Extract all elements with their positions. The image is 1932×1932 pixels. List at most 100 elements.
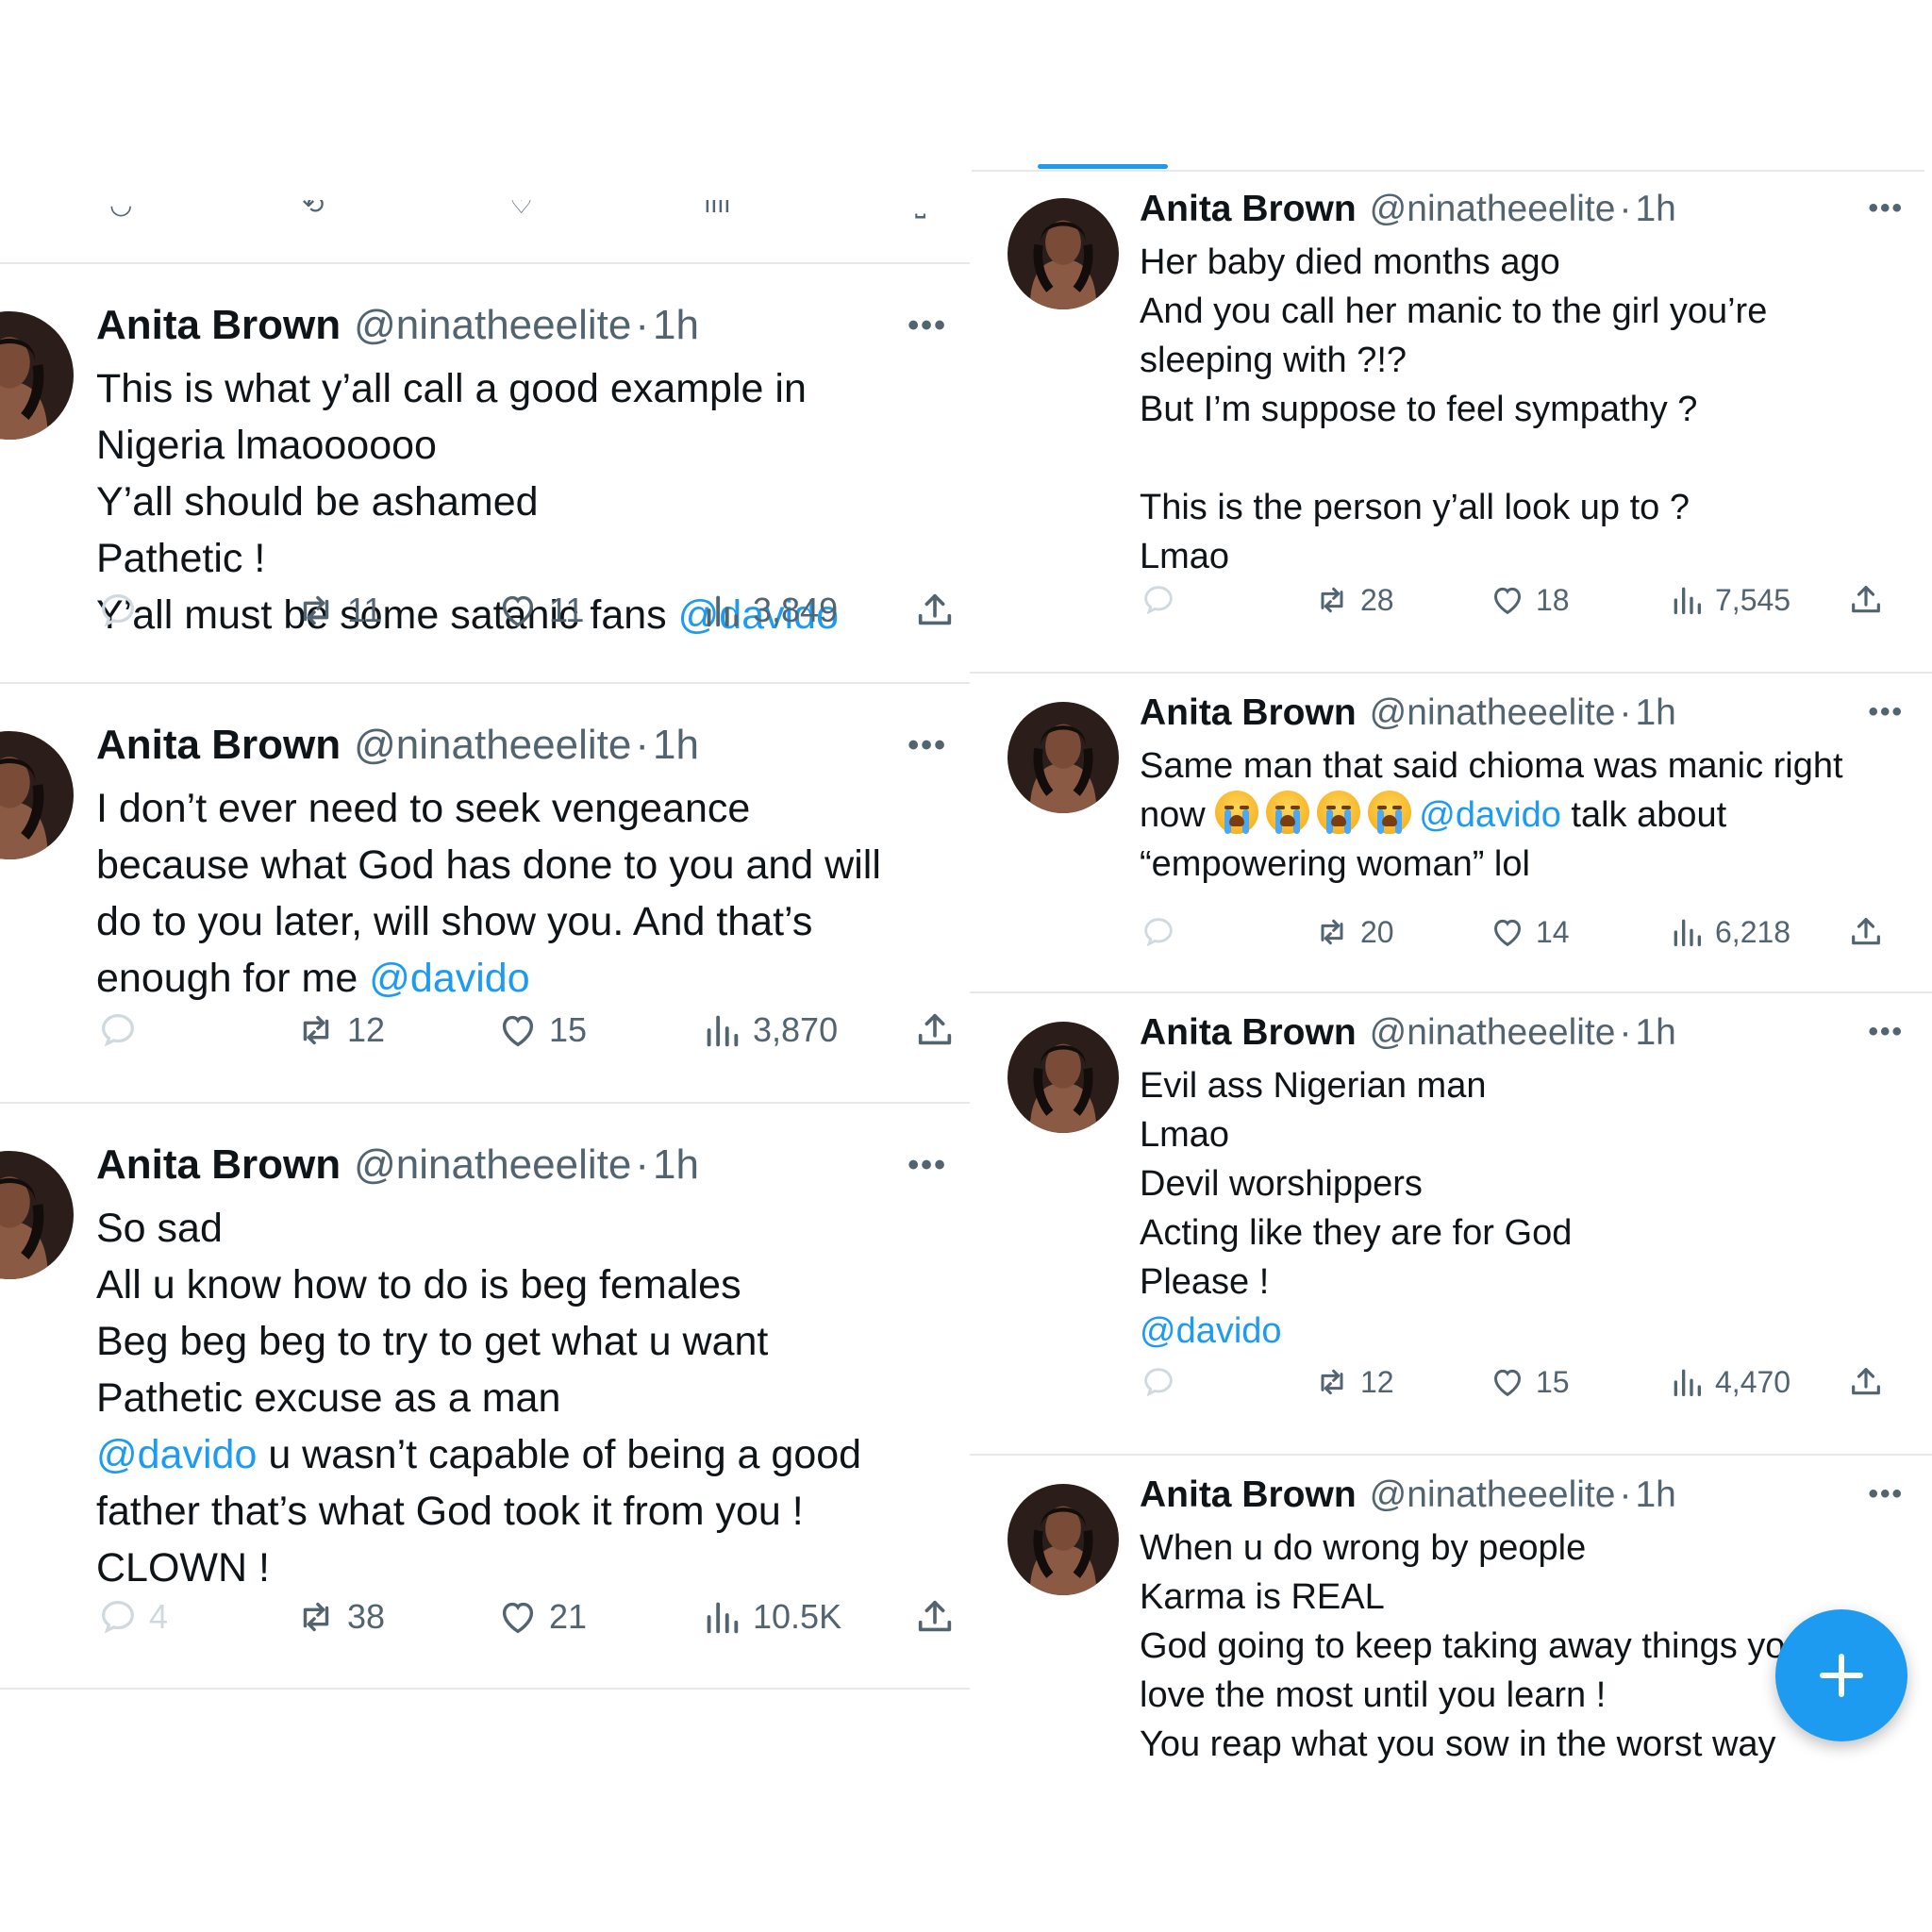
share-icon[interactable]: ⎵ [915, 200, 925, 220]
views-count: 7,545 [1715, 582, 1791, 617]
tweet[interactable]: Anita Brown @ninatheeelite · 1h When u do wr… [970, 1456, 1932, 1769]
views-icon [1668, 581, 1706, 619]
repost-button[interactable]: 20 [1313, 913, 1394, 951]
mention-link[interactable]: @davido [96, 1432, 257, 1477]
author-handle[interactable]: @ninatheeelite [354, 1141, 631, 1189]
compose-button[interactable] [1775, 1609, 1907, 1741]
more-options-icon[interactable]: ••• [1868, 192, 1904, 225]
views-button[interactable]: 4,470 [1668, 1363, 1790, 1401]
author-name[interactable]: Anita Brown [1140, 189, 1357, 230]
more-options-icon[interactable]: ••• [1868, 696, 1904, 728]
share-button[interactable] [913, 1008, 957, 1052]
avatar[interactable] [0, 311, 74, 440]
likes-count: 18 [1536, 582, 1570, 617]
tweet[interactable]: Anita Brown @ninatheeelite · 1h I don’t ever… [0, 684, 970, 1104]
tweet-text: CLOWN ! [96, 1545, 270, 1591]
tweet-header: Anita Brown @ninatheeelite · 1h [96, 722, 955, 780]
like-button[interactable]: 15 [496, 1008, 587, 1052]
avatar[interactable] [0, 1151, 74, 1279]
avatar[interactable] [1008, 198, 1119, 309]
tweet-text-line: This is the person y’all look up to ? [1140, 483, 1913, 532]
more-options-icon[interactable]: ••• [908, 1147, 947, 1184]
share-button[interactable] [913, 1595, 957, 1639]
share-button[interactable] [913, 589, 957, 632]
tweet-text-line: But I’m suppose to feel sympathy ? [1140, 385, 1913, 434]
author-name[interactable]: Anita Brown [1140, 1012, 1357, 1054]
reply-icon[interactable]: ◡ [109, 200, 132, 220]
repost-icon [294, 1595, 338, 1639]
avatar[interactable] [1008, 1484, 1119, 1595]
reply-button[interactable]: 4 [96, 1595, 168, 1639]
author-name[interactable]: Anita Brown [96, 722, 341, 769]
author-handle[interactable]: @ninatheeelite [1370, 1474, 1616, 1516]
avatar[interactable] [0, 731, 74, 859]
more-options-icon[interactable]: ••• [908, 308, 947, 344]
reply-icon [1140, 913, 1177, 951]
avatar[interactable] [1008, 1022, 1119, 1133]
share-button[interactable] [1847, 913, 1885, 951]
timestamp[interactable]: 1h [1635, 1012, 1675, 1054]
views-icon[interactable]: ılıl [704, 200, 730, 219]
reply-button[interactable] [96, 1008, 149, 1052]
views-button[interactable]: 3,849 [700, 589, 838, 632]
tweet-text: sleeping with ?!? [1140, 341, 1407, 380]
tweet-text: “empowering woman” lol [1140, 844, 1530, 884]
timestamp[interactable]: 1h [653, 302, 699, 349]
like-button[interactable]: 18 [1489, 581, 1570, 619]
tweet[interactable]: Anita Brown @ninatheeelite · 1h Same man tha… [970, 674, 1932, 993]
views-button[interactable]: 7,545 [1668, 581, 1790, 619]
timestamp[interactable]: 1h [1635, 189, 1675, 230]
views-button[interactable]: 6,218 [1668, 913, 1790, 951]
tweet[interactable]: Anita Brown @ninatheeelite · 1h This is what… [0, 264, 970, 684]
repost-icon[interactable]: ⟲ [302, 200, 324, 220]
tweet[interactable]: Anita Brown @ninatheeelite · 1h Evil ass Nig… [970, 993, 1932, 1456]
share-button[interactable] [1847, 581, 1885, 619]
repost-button[interactable]: 11 [294, 589, 382, 632]
tweet[interactable]: Anita Brown @ninatheeelite · 1h Her baby die… [970, 170, 1932, 674]
reply-button[interactable] [1140, 581, 1187, 619]
author-name[interactable]: Anita Brown [1140, 1474, 1357, 1516]
more-options-icon[interactable]: ••• [1868, 1478, 1904, 1510]
like-button[interactable]: 14 [1489, 913, 1570, 951]
timestamp[interactable]: 1h [653, 722, 699, 769]
author-handle[interactable]: @ninatheeelite [1370, 692, 1616, 734]
reply-button[interactable] [1140, 1363, 1187, 1401]
author-handle[interactable]: @ninatheeelite [1370, 1012, 1616, 1054]
author-handle[interactable]: @ninatheeelite [354, 722, 631, 769]
mention-link[interactable]: @davido [1140, 1311, 1282, 1351]
author-name[interactable]: Anita Brown [1140, 692, 1357, 734]
like-button[interactable]: 11 [496, 589, 584, 632]
timestamp[interactable]: 1h [1635, 692, 1675, 734]
like-button[interactable]: 15 [1489, 1363, 1570, 1401]
views-button[interactable]: 10.5K [700, 1595, 841, 1639]
views-button[interactable]: 3,870 [700, 1008, 838, 1052]
tweet-text-line: Karma is REAL [1140, 1573, 1913, 1622]
like-button[interactable]: 21 [496, 1595, 587, 1639]
reply-icon [1140, 581, 1177, 619]
avatar[interactable] [1008, 702, 1119, 813]
like-icon[interactable]: ♡ [509, 200, 533, 220]
more-options-icon[interactable]: ••• [1868, 1016, 1904, 1048]
tweet-text: Y’all should be ashamed [96, 479, 539, 525]
tweet-text: u wasn’t capable of being a good [257, 1432, 862, 1477]
tweet[interactable]: Anita Brown @ninatheeelite · 1h So sad All u … [0, 1104, 970, 1690]
more-options-icon[interactable]: ••• [908, 727, 947, 764]
share-button[interactable] [1847, 1363, 1885, 1401]
author-name[interactable]: Anita Brown [96, 302, 341, 349]
mention-link[interactable]: @davido [369, 956, 529, 1001]
mention-link[interactable]: @davido [1419, 795, 1561, 835]
repost-button[interactable]: 38 [294, 1595, 385, 1639]
share-icon [913, 1595, 957, 1639]
timestamp[interactable]: 1h [653, 1141, 699, 1189]
reposts-count: 28 [1360, 582, 1394, 617]
timestamp[interactable]: 1h [1635, 1474, 1675, 1516]
repost-button[interactable]: 12 [1313, 1363, 1394, 1401]
repost-button[interactable]: 28 [1313, 581, 1394, 619]
reply-button[interactable] [1140, 913, 1187, 951]
author-handle[interactable]: @ninatheeelite [354, 302, 631, 349]
repost-button[interactable]: 12 [294, 1008, 385, 1052]
author-handle[interactable]: @ninatheeelite [1370, 189, 1616, 230]
separator: · [1619, 189, 1632, 229]
author-name[interactable]: Anita Brown [96, 1141, 341, 1189]
reply-button[interactable] [96, 589, 149, 632]
